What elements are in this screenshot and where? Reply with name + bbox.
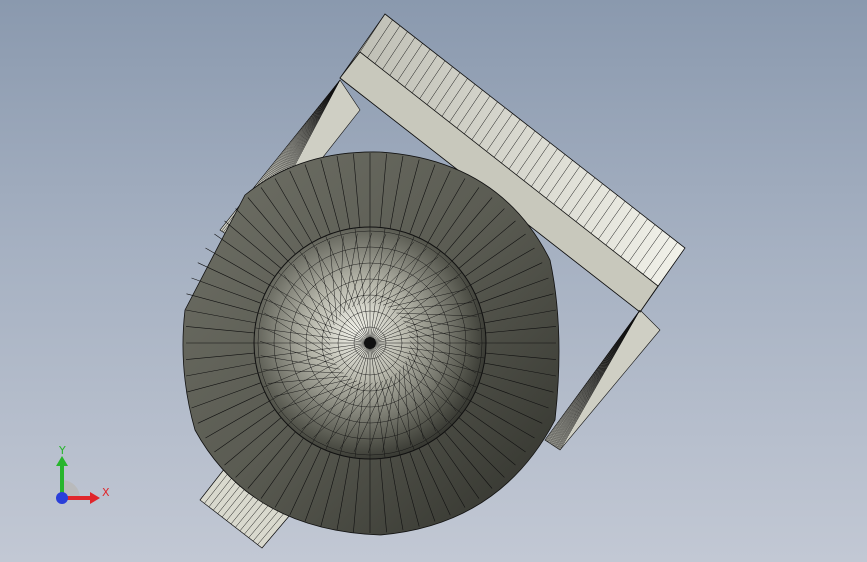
3d-viewport[interactable]: Y X	[0, 0, 867, 562]
cad-model[interactable]	[0, 0, 867, 562]
x-axis-head	[90, 492, 100, 504]
coordinate-triad: Y X	[40, 440, 120, 510]
y-axis-label: Y	[58, 444, 66, 457]
z-axis-dot	[56, 492, 68, 504]
x-axis-label: X	[102, 486, 110, 499]
dome-center	[364, 337, 376, 349]
housing-side-right	[544, 309, 661, 451]
y-axis-head	[56, 456, 68, 466]
